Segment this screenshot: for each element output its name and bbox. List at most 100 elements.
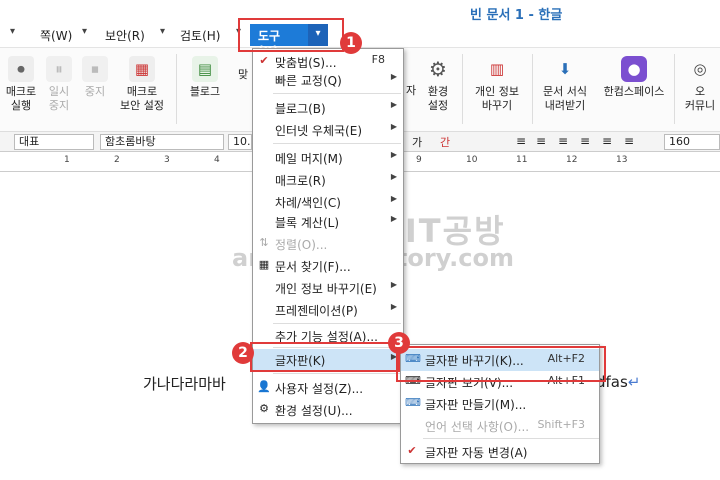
submenu-arrow-icon: ▶	[390, 214, 397, 223]
menu-item-block-calc[interactable]: 블록 계산(L) ▶	[253, 211, 403, 233]
annotation-badge-3: 3	[388, 332, 410, 354]
title-bar: 빈 문서 1 - 한글	[0, 0, 720, 24]
menu-item-preferences[interactable]: ⚙ 환경 설정(U)...	[253, 399, 403, 421]
keyboard-create-icon: ⌨	[405, 396, 421, 409]
privacy-label: 개인 정보 바꾸기	[475, 85, 519, 112]
chevron-down-icon[interactable]: ▾	[82, 26, 87, 37]
menu-divider	[273, 93, 401, 94]
submenu-arrow-icon: ▶	[390, 100, 397, 109]
annotation-badge-2: 2	[232, 342, 254, 364]
macro-security-label: 매크로 보안 설정	[120, 85, 164, 112]
privacy-icon: ▥	[489, 60, 505, 78]
macro-run-button[interactable]: ⏺ 매크로 실행	[2, 56, 40, 113]
menu-item-quick-correct[interactable]: 빠른 교정(Q) ▶	[253, 69, 403, 91]
pause-button[interactable]: ⏸ 일시 중지	[42, 56, 76, 113]
submenu-item-label: 글자판 자동 변경(A)	[425, 446, 528, 460]
find-doc-icon: ▦	[258, 258, 270, 271]
blog-button[interactable]: ▤ 블로그	[184, 56, 226, 99]
sort-icon: ⇅	[259, 236, 269, 249]
menu-security[interactable]: 보안(R)	[105, 27, 145, 44]
ribbon-divider	[674, 54, 675, 124]
menu-item-label: 환경 설정(U)...	[275, 404, 353, 418]
window-title: 빈 문서 1 - 한글	[470, 8, 563, 23]
download-template-button[interactable]: ⬇ 문서 서식 내려받기	[536, 56, 594, 113]
menu-item-blog[interactable]: 블로그(B) ▶	[253, 97, 403, 119]
menu-item-find-doc[interactable]: ▦ 문서 찾기(F)...	[253, 255, 403, 277]
check-icon: ✔	[407, 444, 417, 457]
ruler-mark: 1	[64, 155, 70, 165]
menu-item-label: 개인 정보 바꾸기(E)	[275, 282, 377, 296]
ribbon-divider	[462, 54, 463, 124]
ruler-mark: 13	[616, 155, 628, 165]
spell-button[interactable]: 맞	[236, 68, 250, 82]
menu-review[interactable]: 검토(H)	[180, 27, 220, 44]
document-text[interactable]: 가나다라마바	[143, 373, 226, 394]
menu-item-label: 인터넷 우체국(E)	[275, 124, 363, 138]
font-size-select[interactable]: 10.0	[228, 134, 252, 150]
ribbon-divider	[176, 54, 177, 124]
strike-icon[interactable]: 가	[412, 134, 422, 150]
menu-item-internet-post[interactable]: 인터넷 우체국(E) ▶	[253, 119, 403, 141]
spell-label: 맞	[237, 68, 249, 81]
align-split-icon[interactable]: ≡	[624, 134, 634, 148]
hancom-icon: ●	[621, 56, 647, 82]
ruler-mark: 2	[114, 155, 120, 165]
menu-item-mail-merge[interactable]: 메일 머지(M) ▶	[253, 147, 403, 169]
submenu-arrow-icon: ▶	[390, 302, 397, 311]
blog-label: 블로그	[189, 85, 221, 98]
submenu-arrow-icon: ▶	[390, 72, 397, 81]
menu-divider	[273, 323, 401, 324]
font-value: 함초롬바탕	[105, 135, 156, 148]
menu-item-label: 프레젠테이션(P)	[275, 304, 358, 318]
align-distribute-icon[interactable]: ≡	[602, 134, 612, 148]
char-button[interactable]: 자	[404, 84, 418, 98]
menu-page[interactable]: 쪽(W)	[40, 27, 72, 44]
zoom-select[interactable]: 160	[664, 134, 720, 150]
submenu-arrow-icon: ▶	[390, 280, 397, 289]
download-icon: ⬇	[558, 60, 572, 78]
submenu-item-label: 글자판 만들기(M)...	[425, 398, 527, 412]
pause-label: 일시 중지	[48, 85, 70, 112]
download-template-label: 문서 서식 내려받기	[543, 85, 587, 112]
privacy-button[interactable]: ▥ 개인 정보 바꾸기	[468, 56, 526, 113]
font-color-icon[interactable]: 간	[440, 134, 450, 150]
ruler-mark: 3	[164, 155, 170, 165]
menu-item-label: 차례/색인(C)	[275, 196, 341, 210]
community-button[interactable]: ◎ 오 커뮤니	[680, 56, 720, 113]
align-left-icon[interactable]: ≡	[536, 134, 546, 148]
menu-item-user-settings[interactable]: 👤 사용자 설정(Z)...	[253, 377, 403, 399]
gear-icon: ⚙	[429, 57, 447, 81]
menu-item-sort[interactable]: ⇅ 정렬(O)...	[253, 233, 403, 255]
preferences-label: 환경 설정	[427, 85, 449, 112]
menu-item-index[interactable]: 차례/색인(C) ▶	[253, 191, 403, 213]
spell-check-icon: ✔	[259, 54, 269, 67]
menu-item-privacy[interactable]: 개인 정보 바꾸기(E) ▶	[253, 277, 403, 299]
ruler-mark: 12	[566, 155, 578, 165]
submenu-item-create-keyboard[interactable]: ⌨ 글자판 만들기(M)...	[401, 393, 599, 415]
chevron-down-icon[interactable]: ▾	[160, 26, 165, 37]
style-select[interactable]: 대표	[14, 134, 94, 150]
annotation-box-3	[396, 346, 606, 382]
stop-button[interactable]: ⏹ 중지	[78, 56, 112, 99]
macro-run-label: 매크로 실행	[5, 85, 37, 112]
blog-icon: ▤	[192, 56, 218, 82]
hancom-space-button[interactable]: ● 한컴스페이스	[596, 56, 672, 99]
user-icon: 👤	[257, 380, 271, 393]
submenu-item-auto-change[interactable]: ✔ 글자판 자동 변경(A)	[401, 441, 599, 463]
preferences-button[interactable]: ⚙ 환경 설정	[420, 56, 456, 113]
align-center-icon[interactable]: ≡	[558, 134, 568, 148]
menu-item-presentation[interactable]: 프레젠테이션(P) ▶	[253, 299, 403, 321]
menu-item-macro[interactable]: 매크로(R) ▶	[253, 169, 403, 191]
macro-security-button[interactable]: ▦ 매크로 보안 설정	[114, 56, 170, 113]
submenu-arrow-icon: ▶	[390, 150, 397, 159]
chevron-down-icon[interactable]: ▾	[10, 26, 15, 37]
annotation-box-1	[238, 18, 344, 52]
char-label: 자	[405, 84, 417, 97]
submenu-item-language-options[interactable]: 언어 선택 사항(O)... Shift+F3	[401, 415, 599, 437]
menu-item-label: 메일 머지(M)	[275, 152, 343, 166]
align-justify-icon[interactable]: ≡	[516, 134, 526, 148]
font-select[interactable]: 함초롬바탕	[100, 134, 224, 150]
align-right-icon[interactable]: ≡	[580, 134, 590, 148]
ruler-mark: 11	[516, 155, 528, 165]
macro-security-icon: ▦	[129, 56, 155, 82]
